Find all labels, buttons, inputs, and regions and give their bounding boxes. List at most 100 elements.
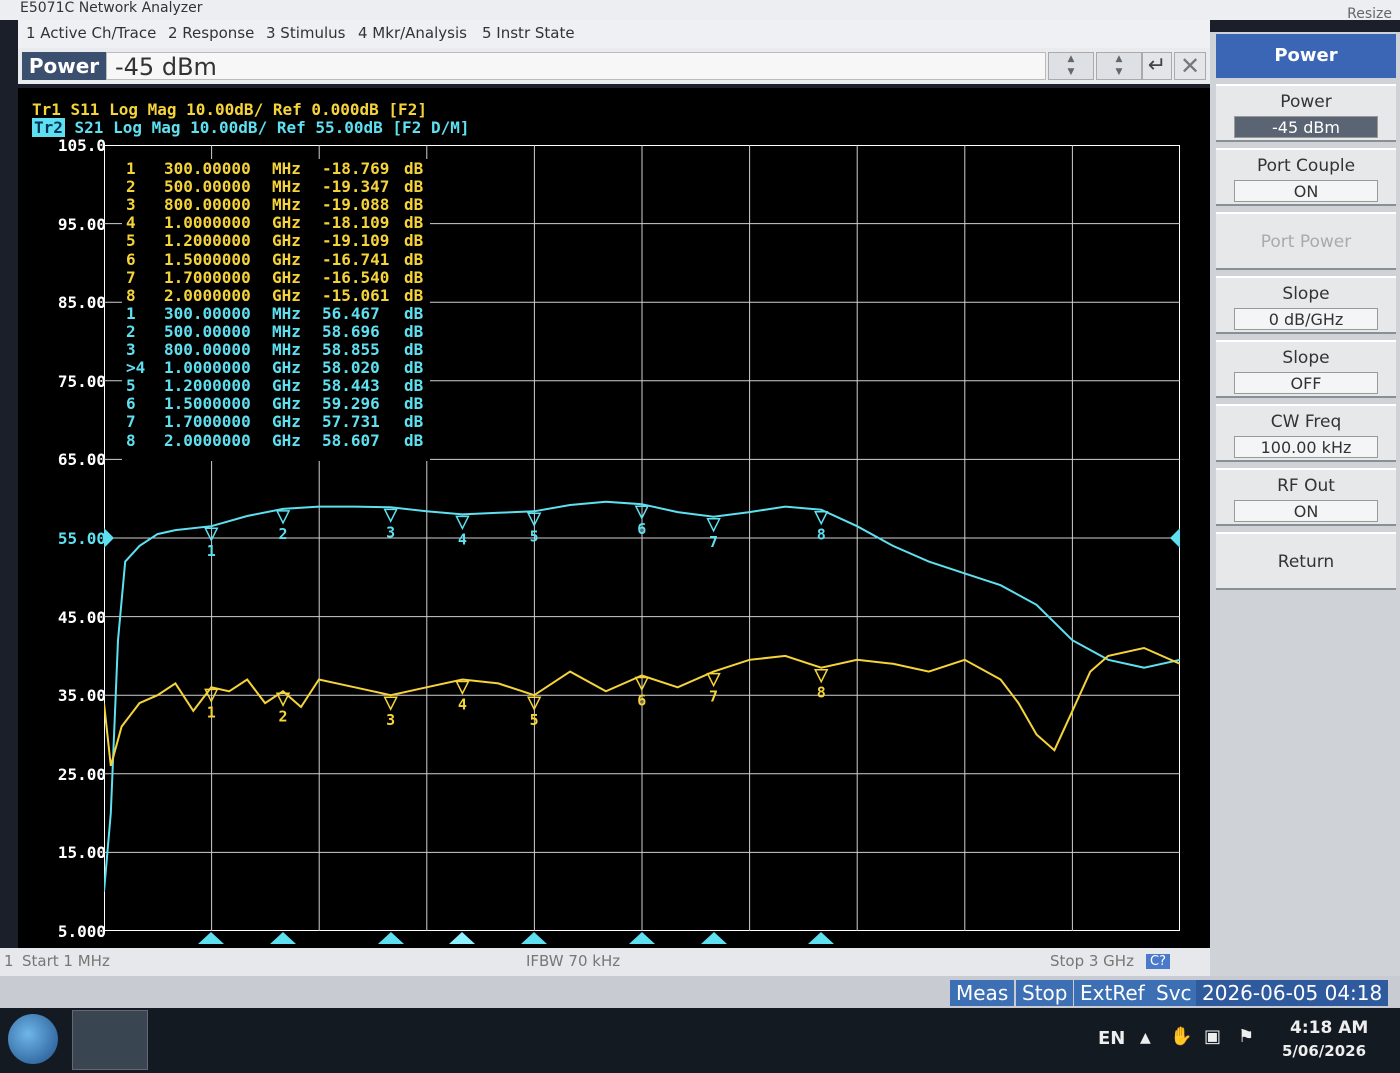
entry-bar: Power -45 dBm ▲ ▼ ▲ ▼ ↵ ✕ xyxy=(18,48,1210,84)
y-axis-label: 15.00 xyxy=(57,843,106,863)
softkey-port-couple[interactable]: Port Couple ON xyxy=(1216,148,1396,206)
marker-unit: MHz xyxy=(272,177,301,197)
marker-unit: MHz xyxy=(272,159,301,178)
softkey-return[interactable]: Return xyxy=(1216,532,1396,590)
menu-stimulus[interactable]: 3 Stimulus xyxy=(266,24,346,42)
softkey-rf-out[interactable]: RF Out ON xyxy=(1216,468,1396,526)
spin-coarse-button[interactable]: ▲ ▼ xyxy=(1096,52,1142,80)
marker-db-unit: dB xyxy=(404,159,424,178)
marker-label: 3 xyxy=(386,711,395,729)
menu-instr-state[interactable]: 5 Instr State xyxy=(482,24,575,42)
system-status-bar: Meas Stop ExtRef Svc 2026-06-05 04:18 xyxy=(0,976,1400,1008)
menu-mkr-analysis[interactable]: 4 Mkr/Analysis xyxy=(358,24,467,42)
marker-label: 8 xyxy=(817,684,826,702)
marker-frequency: 500.00000 xyxy=(164,177,251,197)
language-indicator[interactable]: EN xyxy=(1098,1028,1125,1049)
trace1-settings: S11 Log Mag 10.00dB/ Ref 0.000dB [F2] xyxy=(60,100,427,119)
bottom-marker-triangle[interactable] xyxy=(808,932,835,944)
marker-frequency: 1.2000000 xyxy=(164,376,251,396)
resize-button[interactable]: Resize xyxy=(1347,6,1392,22)
datetime: 2026-06-05 04:18 xyxy=(1196,980,1389,1006)
bottom-marker-triangle[interactable] xyxy=(449,932,476,944)
network-icon[interactable]: ▣ xyxy=(1204,1026,1221,1047)
marker-db-unit: dB xyxy=(404,249,424,269)
marker-unit: GHz xyxy=(272,358,301,378)
bottom-marker-triangle[interactable] xyxy=(198,932,225,944)
status-line: 1 Start 1 MHz IFBW 70 kHz Stop 3 GHz C? xyxy=(0,948,1210,976)
close-x-icon[interactable]: ✕ xyxy=(1174,52,1206,80)
marker-value: 58.607 xyxy=(322,430,380,450)
softkey-label: Port Power xyxy=(1260,232,1352,252)
marker-unit: GHz xyxy=(272,430,301,450)
start-button-icon[interactable] xyxy=(8,1014,58,1064)
bottom-marker-triangle[interactable] xyxy=(700,932,727,944)
marker-value: -18.109 xyxy=(322,213,390,233)
y-axis-label: 75.00 xyxy=(57,371,106,391)
softkey-slope[interactable]: Slope 0 dB/GHz xyxy=(1216,276,1396,334)
marker-unit: GHz xyxy=(272,213,301,233)
softkey-label: Power xyxy=(1280,92,1332,112)
marker-db-unit: dB xyxy=(404,321,424,341)
stop-frequency[interactable]: Stop 3 GHz xyxy=(1050,952,1134,970)
clock-time[interactable]: 4:18 AM xyxy=(1290,1018,1368,1038)
marker-value: 58.855 xyxy=(322,340,380,359)
bottom-marker-triangle[interactable] xyxy=(628,932,655,944)
marker-value: 57.731 xyxy=(322,412,380,432)
trace2-header[interactable]: Tr2 S21 Log Mag 10.00dB/ Ref 55.00dB [F2… xyxy=(32,118,469,137)
marker-number: 5 xyxy=(126,231,136,251)
action-center-icon[interactable]: ✋ xyxy=(1170,1026,1192,1047)
clock-date[interactable]: 5/06/2026 xyxy=(1282,1042,1366,1060)
network-analyzer-app-icon[interactable] xyxy=(72,1010,148,1070)
stop-status: Stop xyxy=(1016,980,1074,1006)
ifbw-value[interactable]: IFBW 70 kHz xyxy=(526,952,620,970)
softkey-power[interactable]: Power -45 dBm xyxy=(1216,84,1396,142)
title-bar: E5071C Network Analyzer Resize xyxy=(0,0,1400,22)
softkey-value: 100.00 kHz xyxy=(1234,436,1378,458)
menu-response[interactable]: 2 Response xyxy=(168,24,254,42)
marker-value: 58.443 xyxy=(322,376,380,396)
marker-db-unit: dB xyxy=(404,267,424,287)
marker-frequency: 1.5000000 xyxy=(164,249,251,269)
marker-db-unit: dB xyxy=(404,412,424,432)
marker-label: 6 xyxy=(637,520,646,538)
marker-db-unit: dB xyxy=(404,195,424,215)
menu-active-ch-trace[interactable]: 1 Active Ch/Trace xyxy=(26,24,156,42)
marker-number: 7 xyxy=(126,412,136,432)
entry-value-field[interactable]: -45 dBm xyxy=(106,52,1046,81)
marker-frequency: 1.7000000 xyxy=(164,267,251,287)
marker-label: 5 xyxy=(530,527,539,545)
svc-status: Svc xyxy=(1150,980,1198,1006)
marker-db-unit: dB xyxy=(404,285,424,305)
y-axis-label: 25.00 xyxy=(57,764,106,784)
trace1-header[interactable]: Tr1 S11 Log Mag 10.00dB/ Ref 0.000dB [F2… xyxy=(32,100,427,119)
marker-unit: MHz xyxy=(272,195,301,215)
softkey-slope[interactable]: Slope OFF xyxy=(1216,340,1396,398)
marker-label: 4 xyxy=(458,530,467,548)
marker-unit: GHz xyxy=(272,285,301,305)
marker-number: 8 xyxy=(126,430,136,450)
marker-value: -16.741 xyxy=(322,249,390,269)
marker-value: -19.088 xyxy=(322,195,390,215)
bottom-marker-triangle[interactable] xyxy=(270,932,297,944)
marker-unit: GHz xyxy=(272,249,301,269)
spin-fine-button[interactable]: ▲ ▼ xyxy=(1048,52,1094,80)
marker-frequency: 1.5000000 xyxy=(164,394,251,414)
y-axis-label: 35.00 xyxy=(57,686,106,706)
marker-number: 1 xyxy=(126,303,136,323)
measurement-screen: Tr1 S11 Log Mag 10.00dB/ Ref 0.000dB [F2… xyxy=(18,88,1210,948)
channel-number: 1 xyxy=(4,952,14,970)
softkey-cw-freq[interactable]: CW Freq 100.00 kHz xyxy=(1216,404,1396,462)
flag-icon[interactable]: ⚑ xyxy=(1238,1026,1254,1047)
marker-unit: MHz xyxy=(272,340,301,359)
softkey-label: Slope xyxy=(1282,348,1330,368)
marker-unit: MHz xyxy=(272,303,301,323)
bottom-marker-triangle[interactable] xyxy=(377,932,404,944)
meas-status: Meas xyxy=(950,980,1015,1006)
enter-arrow-icon[interactable]: ↵ xyxy=(1142,52,1172,80)
bottom-marker-triangle[interactable] xyxy=(521,932,548,944)
show-hidden-icons-icon[interactable]: ▲ xyxy=(1140,1030,1151,1046)
marker-value: 59.296 xyxy=(322,394,380,414)
start-frequency[interactable]: Start 1 MHz xyxy=(22,952,110,970)
marker-label: 3 xyxy=(386,523,395,541)
y-axis-label: 85.00 xyxy=(57,293,106,313)
